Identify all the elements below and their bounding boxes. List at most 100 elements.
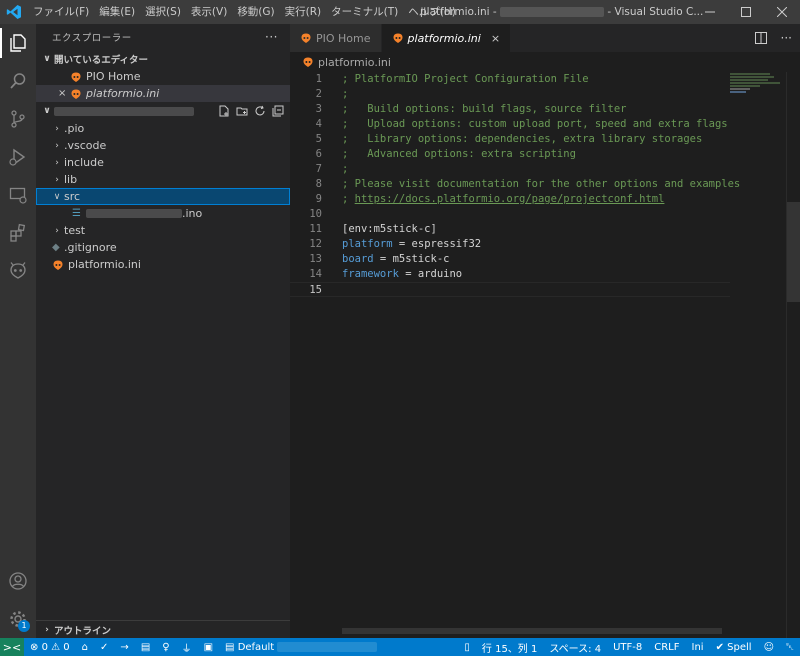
pio-test-button[interactable]: ♀	[156, 638, 175, 656]
tree-item-vscode[interactable]: › .vscode	[36, 137, 290, 154]
menu-go[interactable]: 移動(G)	[232, 0, 279, 24]
line-text: ; Build options: build flags, source fil…	[342, 102, 626, 117]
tab-platformio-ini[interactable]: platformio.ini ×	[381, 24, 512, 52]
close-editor-icon[interactable]: ×	[58, 88, 70, 99]
pio-env-switcher[interactable]: ▤ Default	[219, 638, 383, 656]
open-editor-item-pio-home[interactable]: PIO Home	[36, 68, 290, 85]
error-icon: ⊗	[30, 641, 39, 653]
menu-run[interactable]: 実行(R)	[280, 0, 327, 24]
error-count: 0	[41, 641, 48, 653]
manage-activity[interactable]: 1	[0, 600, 36, 638]
code-line[interactable]: 14 framework = arduino	[290, 267, 730, 282]
code-text: ; Library options: dependencies, extra l…	[342, 133, 703, 145]
tree-item-lib[interactable]: › lib	[36, 171, 290, 188]
code-line[interactable]: 4 ; Upload options: custom upload port, s…	[290, 117, 730, 132]
pio-terminal-button[interactable]: ▣	[198, 638, 219, 656]
split-editor-icon[interactable]	[754, 32, 767, 44]
maximize-button[interactable]	[728, 0, 764, 24]
minimap[interactable]	[730, 72, 786, 152]
remote-explorer-activity[interactable]	[0, 176, 36, 214]
code-line[interactable]: 7;	[290, 162, 730, 177]
code-line[interactable]: 1 ; PlatformIO Project Configuration File	[290, 72, 730, 87]
cursor-position[interactable]: 行 15、列 1	[476, 638, 543, 656]
ini-key: platform	[342, 238, 393, 250]
language-mode[interactable]: Ini	[686, 638, 710, 656]
encoding[interactable]: UTF-8	[607, 638, 648, 656]
problems-indicator[interactable]: ⊗ 0 ⚠ 0	[24, 638, 76, 656]
pio-build-button[interactable]: ✓	[94, 638, 114, 656]
outline-section[interactable]: › アウトライン	[36, 620, 290, 638]
explorer-header: エクスプローラー ···	[36, 24, 290, 50]
new-file-icon[interactable]	[218, 105, 230, 117]
indentation[interactable]: スペース: 4	[543, 638, 607, 656]
explorer-activity[interactable]	[0, 24, 36, 62]
cpp-file-icon: ☰	[72, 208, 81, 219]
code-editor[interactable]: 1 ; PlatformIO Project Configuration File…	[290, 72, 741, 297]
menu-edit[interactable]: 編集(E)	[94, 0, 140, 24]
line-number: 9	[315, 193, 322, 205]
pio-upload-button[interactable]: →	[114, 638, 134, 656]
pio-clean-button[interactable]: ▤	[135, 638, 156, 656]
folder-toolbar	[218, 105, 284, 117]
minimize-button[interactable]	[692, 0, 728, 24]
tree-item-ino-file[interactable]: ☰ .ino	[36, 205, 290, 222]
tab-pio-home[interactable]: PIO Home	[290, 24, 382, 52]
open-editor-item-platformio-ini[interactable]: × platformio.ini	[36, 85, 290, 102]
menu-view[interactable]: 表示(V)	[186, 0, 232, 24]
code-line[interactable]: 10	[290, 207, 730, 222]
open-editors-section[interactable]: ∨ 開いているエディター	[36, 50, 290, 68]
line-number: 8	[315, 178, 322, 190]
scrollbar-thumb[interactable]	[787, 202, 800, 302]
breadcrumb-file: platformio.ini	[318, 55, 391, 69]
feedback-button[interactable]: ☺	[758, 638, 780, 656]
platformio-file-icon	[303, 57, 313, 67]
notifications-button[interactable]: ␇	[780, 638, 800, 656]
tree-item-include[interactable]: › include	[36, 154, 290, 171]
menu-file[interactable]: ファイル(F)	[28, 0, 94, 24]
code-line[interactable]: 13 board = m5stick-c	[290, 252, 730, 267]
workspace-folder-section[interactable]: ∨	[36, 102, 290, 120]
code-line[interactable]: 12 platform = espressif32	[290, 237, 730, 252]
terminal-icon: ▣	[203, 641, 214, 653]
horizontal-scrollbar[interactable]	[342, 628, 722, 634]
code-line[interactable]: 15	[290, 282, 730, 297]
code-line[interactable]: 8 ; Please visit documentation for the ot…	[290, 177, 741, 192]
platformio-activity[interactable]	[0, 252, 36, 290]
tree-item-platformio-ini[interactable]: platformio.ini	[36, 256, 290, 273]
menu-selection[interactable]: 選択(S)	[140, 0, 186, 24]
collapse-all-icon[interactable]	[272, 105, 284, 117]
code-line[interactable]: 2;	[290, 87, 730, 102]
more-actions-button[interactable]: ···	[265, 24, 278, 50]
code-line[interactable]: 5 ; Library options: dependencies, extra …	[290, 132, 730, 147]
new-folder-icon[interactable]	[236, 105, 248, 117]
breadcrumb[interactable]: platformio.ini	[290, 52, 800, 72]
vertical-scrollbar[interactable]	[786, 72, 800, 638]
more-actions-icon[interactable]: ···	[781, 31, 792, 45]
close-window-button[interactable]	[764, 0, 800, 24]
documentation-link[interactable]: https://docs.platformio.org/page/project…	[355, 193, 665, 205]
tree-item-src[interactable]: ∨ src	[36, 188, 290, 205]
refresh-icon[interactable]	[254, 105, 266, 117]
search-activity[interactable]	[0, 62, 36, 100]
pio-monitor-button[interactable]: ⏚	[176, 638, 198, 656]
code-line[interactable]: 6 ; Advanced options: extra scripting	[290, 147, 730, 162]
line-ending[interactable]: CRLF	[648, 638, 685, 656]
menu-terminal[interactable]: ターミナル(T)	[326, 0, 403, 24]
tree-item-pio[interactable]: › .pio	[36, 120, 290, 137]
minimize-icon	[705, 11, 715, 13]
code-line[interactable]: 3 ; Build options: build flags, source fi…	[290, 102, 730, 117]
code-text: ; Please visit documentation for the oth…	[342, 178, 741, 190]
tab-close-icon[interactable]: ×	[491, 32, 500, 45]
tree-item-test[interactable]: › test	[36, 222, 290, 239]
code-line[interactable]: 9; https://docs.platformio.org/page/proj…	[290, 192, 730, 207]
extensions-activity[interactable]	[0, 214, 36, 252]
pio-home-button[interactable]: ⌂	[76, 638, 94, 656]
tree-item-gitignore[interactable]: ◆ .gitignore	[36, 239, 290, 256]
spell-checker[interactable]: ✔ Spell	[710, 638, 758, 656]
code-line[interactable]: 11 [env:m5stick-c]	[290, 222, 730, 237]
line-number: 4	[315, 118, 322, 130]
remote-indicator[interactable]: ><	[0, 638, 24, 656]
run-debug-activity[interactable]	[0, 138, 36, 176]
accounts-activity[interactable]	[0, 562, 36, 600]
source-control-activity[interactable]	[0, 100, 36, 138]
